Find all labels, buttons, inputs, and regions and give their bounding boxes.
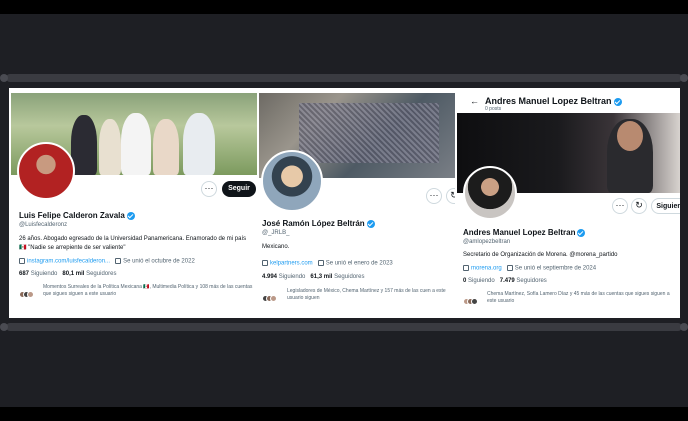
follow-button[interactable]: Seguir [222, 181, 256, 197]
profile-meta: morena.org Se unió el septiembre de 2024 [463, 265, 596, 272]
profile-handle: @amlopezbeltran [463, 239, 511, 245]
profile-name: Luis Felipe Calderon Zavala [19, 211, 135, 220]
more-icon: ··· [429, 190, 439, 200]
more-options-button[interactable]: ··· [201, 181, 217, 197]
more-icon: ··· [615, 200, 625, 210]
top-bar-title: Andres Manuel Lopez Beltran [485, 96, 622, 106]
followers-link[interactable]: 80,1 mil Seguidores [62, 271, 116, 277]
profile-card-andres-manuel: ← Andres Manuel Lopez Beltran 0 posts ··… [457, 88, 680, 318]
profile-meta: kelpartners.com Se unió el enero de 2023 [262, 260, 393, 267]
joined-date: Se unió el enero de 2023 [325, 260, 393, 267]
profile-link[interactable]: kelpartners.com [270, 261, 313, 267]
more-options-button[interactable]: ··· [426, 188, 442, 204]
followed-by-avatars [463, 293, 478, 311]
link-icon [463, 265, 469, 271]
following-button[interactable]: Siguien [651, 198, 680, 214]
verified-icon [613, 97, 622, 106]
profile-name: Andres Manuel Lopez Beltran [463, 228, 586, 237]
profile-bio: Mexicano. [262, 244, 290, 250]
profile-bio: 26 años. Abogado egresado de la Universi… [19, 236, 247, 251]
notify-icon: ↻ [450, 190, 455, 200]
follow-counts: 4.994 Siguiendo 61,3 mil Seguidores [262, 274, 364, 280]
back-arrow-icon[interactable]: ← [470, 96, 479, 106]
profile-meta: instagram.com/luisfecalderon... Se unió … [19, 258, 195, 265]
followed-by-avatars [262, 290, 277, 308]
avatar[interactable] [17, 142, 75, 200]
letterbox-bottom [0, 407, 688, 421]
profile-link[interactable]: morena.org [471, 266, 502, 272]
profile-card-luis-felipe: ··· Seguir Luis Felipe Calderon Zavala @… [11, 88, 257, 318]
profiles-collage: ··· Seguir Luis Felipe Calderon Zavala @… [9, 88, 680, 318]
following-link[interactable]: 687 Siguiendo [19, 271, 57, 277]
letterbox-top [0, 0, 688, 14]
follow-counts: 0 Siguiendo 7.479 Seguidores [463, 278, 547, 284]
more-options-button[interactable]: ··· [612, 198, 628, 214]
profile-bio: Secretario de Organización de Morena. @m… [463, 252, 618, 258]
profile-card-jose-ramon: ··· ↻ José Ramón López Beltrán @_JRLB_ M… [259, 88, 455, 318]
follow-counts: 687 Siguiendo 80,1 mil Seguidores [19, 271, 116, 277]
avatar[interactable] [261, 150, 323, 212]
divider-bottom [0, 323, 688, 331]
avatar[interactable] [463, 166, 517, 220]
profile-link[interactable]: instagram.com/luisfecalderon... [27, 259, 110, 265]
divider-top [0, 74, 688, 82]
followers-link[interactable]: 7.479 Seguidores [500, 278, 547, 284]
profile-handle: @Luisfecalderonz [19, 222, 68, 228]
followed-by-avatars [19, 286, 34, 304]
profile-name: José Ramón López Beltrán [262, 219, 375, 228]
calendar-icon [506, 265, 513, 271]
followed-by-text[interactable]: Momentos Surreales de la Política Mexica… [43, 284, 255, 298]
joined-date: Se unió el octubre de 2022 [123, 258, 195, 265]
notify-button[interactable]: ↻ [631, 198, 647, 214]
verified-icon [366, 219, 375, 228]
link-icon [262, 260, 268, 266]
notify-icon: ↻ [635, 200, 643, 210]
following-link[interactable]: 0 Siguiendo [463, 278, 495, 284]
link-icon [19, 258, 25, 264]
followers-link[interactable]: 61,3 mil Seguidores [310, 274, 364, 280]
notify-button[interactable]: ↻ [446, 188, 455, 204]
top-bar-post-count: 0 posts [485, 106, 502, 112]
joined-date: Se unió el septiembre de 2024 [514, 265, 597, 272]
verified-icon [577, 228, 586, 237]
calendar-icon [115, 258, 122, 264]
following-link[interactable]: 4.994 Siguiendo [262, 274, 305, 280]
more-icon: ··· [204, 183, 214, 193]
followed-by-text[interactable]: Legisladores de México, Chema Martínez y… [287, 288, 453, 302]
followed-by-text[interactable]: Chema Martínez, Sofía Lamero Díaz y 45 m… [487, 291, 677, 305]
verified-icon [126, 211, 135, 220]
profile-handle: @_JRLB_ [262, 230, 290, 236]
calendar-icon [317, 260, 324, 266]
